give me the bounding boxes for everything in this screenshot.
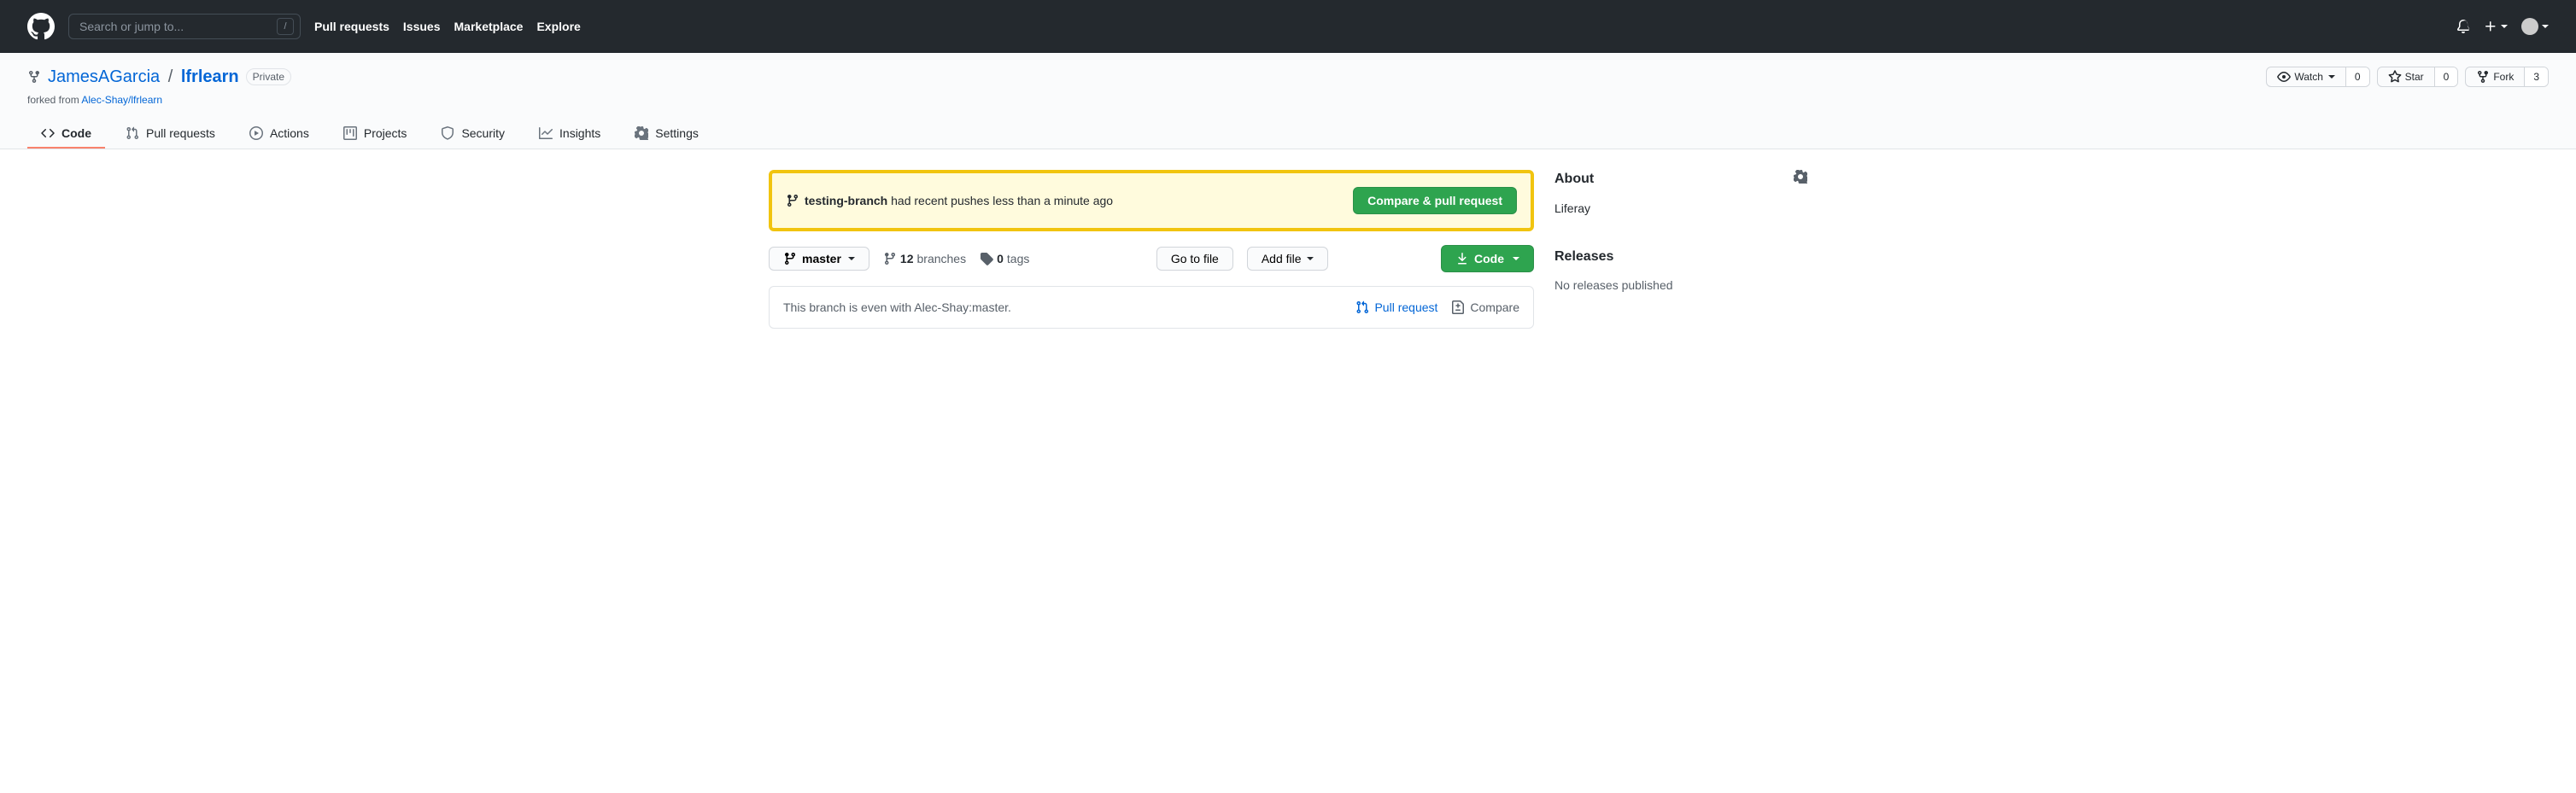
download-icon (1455, 252, 1469, 265)
fork-button[interactable]: Fork (2466, 67, 2525, 86)
tab-actions[interactable]: Actions (236, 120, 323, 149)
search-input[interactable] (68, 14, 301, 39)
about-heading: About (1554, 170, 1807, 188)
git-branch-icon (786, 194, 799, 207)
global-header: / Pull requests Issues Marketplace Explo… (0, 0, 2576, 53)
search-wrapper: / (68, 14, 301, 39)
main-column: testing-branch had recent pushes less th… (769, 170, 1534, 329)
repo-actions: Watch 0 Star 0 Fork 3 (2266, 67, 2549, 87)
file-diff-icon (1451, 300, 1465, 314)
gear-icon (635, 126, 648, 140)
branch-status-actions: Pull request Compare (1355, 300, 1519, 314)
go-to-file-button[interactable]: Go to file (1156, 247, 1233, 271)
create-new-dropdown[interactable] (2484, 20, 2508, 33)
repo-nav: Code Pull requests Actions Projects Secu… (27, 120, 2549, 149)
repo-title-row: JamesAGarcia / lfrlearn Private Watch 0 … (27, 67, 2549, 87)
repo-title: JamesAGarcia / lfrlearn (48, 67, 239, 87)
search-slash-hint: / (277, 18, 294, 35)
caret-down-icon (2328, 75, 2335, 79)
header-right (2456, 18, 2549, 35)
repo-forked-icon (2476, 70, 2490, 84)
tab-security[interactable]: Security (427, 120, 518, 149)
git-branch-icon (883, 252, 897, 265)
nav-explore[interactable]: Explore (536, 20, 580, 33)
notifications-icon[interactable] (2456, 20, 2470, 33)
releases-heading: Releases (1554, 249, 1807, 265)
graph-icon (539, 126, 553, 140)
gear-icon (1794, 170, 1807, 184)
tags-link[interactable]: 0 tags (980, 252, 1029, 265)
fork-parent-link[interactable]: Alec-Shay/lfrlearn (81, 94, 162, 106)
tab-projects[interactable]: Projects (330, 120, 421, 149)
project-icon (343, 126, 357, 140)
nav-issues[interactable]: Issues (403, 20, 441, 33)
code-download-button[interactable]: Code (1441, 245, 1534, 272)
caret-down-icon (1513, 257, 1519, 260)
tab-code[interactable]: Code (27, 120, 105, 149)
add-file-button[interactable]: Add file (1247, 247, 1328, 271)
github-logo[interactable] (27, 13, 55, 40)
play-icon (249, 126, 263, 140)
tab-insights[interactable]: Insights (525, 120, 614, 149)
header-nav: Pull requests Issues Marketplace Explore (314, 20, 581, 33)
watch-button[interactable]: Watch (2267, 67, 2346, 86)
repo-pagehead: JamesAGarcia / lfrlearn Private Watch 0 … (0, 53, 2576, 149)
repo-sep: / (168, 67, 173, 86)
nav-pull-requests[interactable]: Pull requests (314, 20, 389, 33)
nav-marketplace[interactable]: Marketplace (454, 20, 524, 33)
watch-count[interactable]: 0 (2346, 67, 2369, 86)
recent-push-banner: testing-branch had recent pushes less th… (769, 170, 1534, 231)
avatar (2521, 18, 2538, 35)
pull-request-link[interactable]: Pull request (1355, 300, 1437, 314)
fork-note: forked from Alec-Shay/lfrlearn (27, 94, 2549, 106)
star-button-group: Star 0 (2377, 67, 2459, 87)
repo-forked-icon (27, 70, 41, 84)
git-pull-request-icon (126, 126, 139, 140)
code-icon (41, 126, 55, 140)
caret-down-icon (1307, 257, 1314, 260)
eye-icon (2277, 70, 2291, 84)
repo-description: Liferay (1554, 201, 1807, 215)
branch-status-text: This branch is even with Alec-Shay:maste… (783, 300, 1011, 314)
repo-visibility-badge: Private (246, 68, 291, 85)
star-button[interactable]: Star (2378, 67, 2435, 86)
repo-name-link[interactable]: lfrlearn (181, 67, 239, 86)
watch-button-group: Watch 0 (2266, 67, 2369, 87)
star-icon (2388, 70, 2402, 84)
recent-push-message: testing-branch had recent pushes less th… (786, 194, 1113, 207)
tab-settings[interactable]: Settings (621, 120, 712, 149)
main-container: testing-branch had recent pushes less th… (741, 149, 1835, 349)
caret-down-icon (848, 257, 855, 260)
repo-owner-link[interactable]: JamesAGarcia (48, 67, 160, 86)
git-pull-request-icon (1355, 300, 1369, 314)
branch-select-menu[interactable]: master (769, 247, 869, 271)
about-settings-button[interactable] (1794, 170, 1807, 188)
branches-link[interactable]: 12 branches (883, 252, 966, 265)
compare-link[interactable]: Compare (1451, 300, 1519, 314)
fork-button-group: Fork 3 (2465, 67, 2549, 87)
fork-count[interactable]: 3 (2525, 67, 2548, 86)
sidebar: About Liferay Releases No releases publi… (1554, 170, 1807, 329)
compare-pull-request-button[interactable]: Compare & pull request (1353, 187, 1517, 214)
tag-icon (980, 252, 993, 265)
git-branch-icon (783, 252, 797, 265)
branch-status-box: This branch is even with Alec-Shay:maste… (769, 286, 1534, 329)
file-navigation: master 12 branches 0 tags Go to file Add… (769, 245, 1534, 272)
star-count[interactable]: 0 (2435, 67, 2458, 86)
tab-pull-requests[interactable]: Pull requests (112, 120, 229, 149)
releases-empty-text: No releases published (1554, 278, 1807, 292)
user-menu[interactable] (2521, 18, 2549, 35)
shield-icon (441, 126, 454, 140)
